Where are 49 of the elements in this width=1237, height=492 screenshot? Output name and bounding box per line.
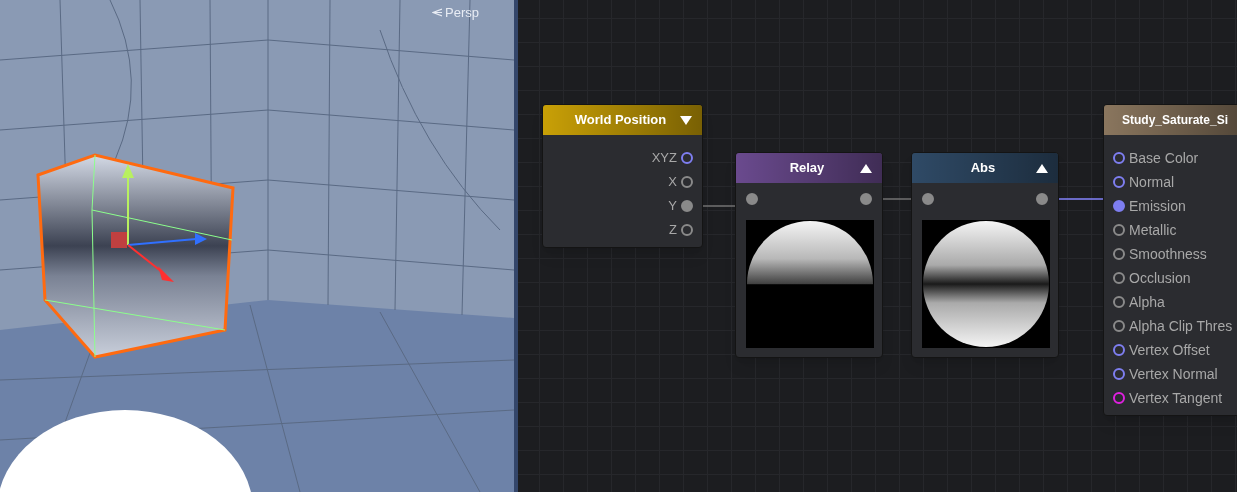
node-header[interactable]: Study_Saturate_Si <box>1104 105 1237 135</box>
port-handle[interactable] <box>1113 320 1125 332</box>
caret-icon[interactable] <box>860 163 872 173</box>
port-handle[interactable] <box>860 193 872 205</box>
node-title: Study_Saturate_Si <box>1122 112 1229 129</box>
port-label: XYZ <box>651 149 677 168</box>
port-label: Emission <box>1129 196 1186 216</box>
node-header[interactable]: World Position <box>543 105 702 135</box>
port-label: Normal <box>1129 172 1175 192</box>
port-handle[interactable] <box>1036 193 1048 205</box>
node-header[interactable]: Relay <box>736 153 882 183</box>
node-title: Relay <box>788 159 826 178</box>
port-label: Y <box>668 197 677 216</box>
graph-node[interactable]: World Position XYZ X Y Z <box>542 104 703 248</box>
port-handle[interactable] <box>1113 296 1125 308</box>
port-handle[interactable] <box>681 152 693 164</box>
port-handle[interactable] <box>1113 176 1125 188</box>
port-handle[interactable] <box>1113 248 1125 260</box>
node-title: World Position <box>573 111 668 130</box>
port-label: Z <box>669 221 677 240</box>
port-label: Base Color <box>1129 148 1199 168</box>
caret-icon[interactable] <box>1036 163 1048 173</box>
port-label: Alpha Clip Thres <box>1129 316 1233 336</box>
graph-node[interactable]: Relay <box>735 152 883 358</box>
node-header[interactable]: Abs <box>912 153 1058 183</box>
port-label: Smoothness <box>1129 244 1207 264</box>
port-handle[interactable] <box>1113 344 1125 356</box>
perspective-icon[interactable] <box>432 8 442 18</box>
port-handle[interactable] <box>1113 224 1125 236</box>
graph-node[interactable]: Study_Saturate_Si Base Color Normal Emission Metallic Smoothness Occlusion Alpha Alpha Clip Thres Vertex Offset Vertex Normal Vertex Tangent <box>1103 104 1237 416</box>
node-title: Abs <box>969 159 997 178</box>
port-handle[interactable] <box>681 200 693 212</box>
port-handle[interactable] <box>1113 368 1125 380</box>
port-handle[interactable] <box>922 193 934 205</box>
port-handle[interactable] <box>681 224 693 236</box>
port-label: X <box>668 173 677 192</box>
port-handle[interactable] <box>1113 152 1125 164</box>
port-label: Metallic <box>1129 220 1177 240</box>
port-label: Vertex Normal <box>1129 364 1218 384</box>
port-handle[interactable] <box>746 193 758 205</box>
port-label: Vertex Offset <box>1129 340 1210 360</box>
port-label: Vertex Tangent <box>1129 388 1223 408</box>
port-label: Occlusion <box>1129 268 1191 288</box>
graph-node[interactable]: Abs <box>911 152 1059 358</box>
port-label: Alpha <box>1129 292 1165 312</box>
port-handle[interactable] <box>681 176 693 188</box>
port-handle[interactable] <box>1113 272 1125 284</box>
port-handle[interactable] <box>1113 392 1125 404</box>
port-handle[interactable] <box>1113 200 1125 212</box>
